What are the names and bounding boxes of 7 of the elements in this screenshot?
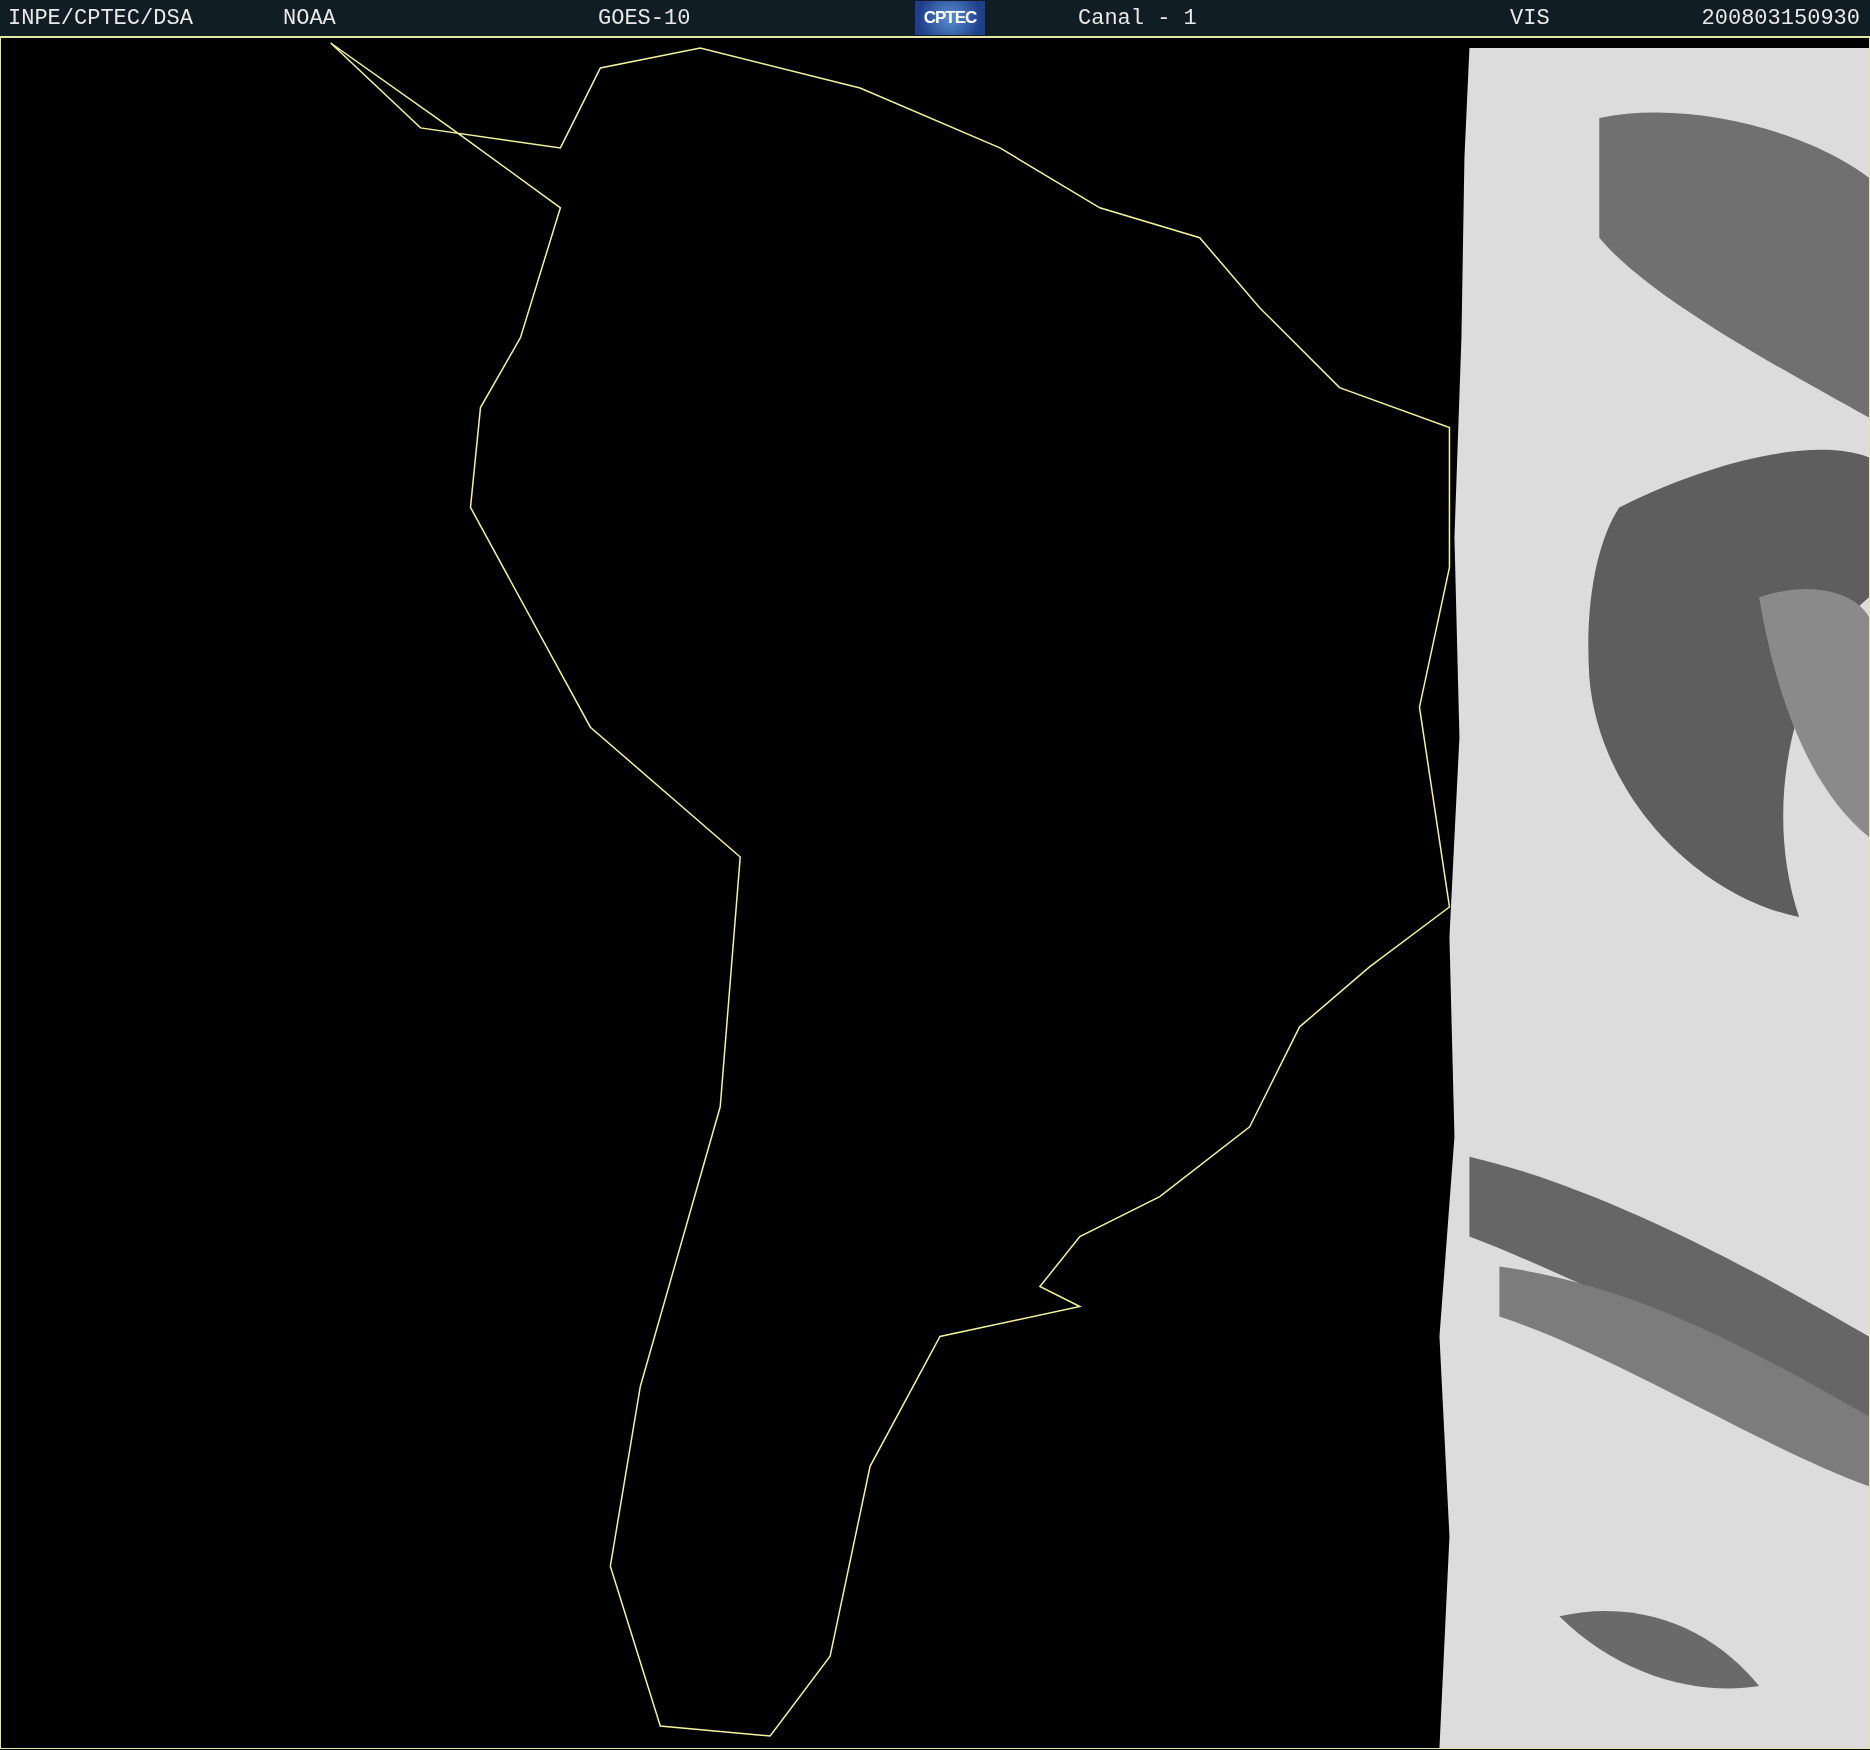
logo: CPTEC bbox=[915, 1, 985, 35]
header-label: Canal - 1 bbox=[1078, 5, 1198, 31]
header-label: 200803150930 bbox=[1701, 5, 1860, 31]
header-label: GOES-10 bbox=[598, 5, 692, 31]
header-label: NOAA bbox=[283, 5, 337, 31]
header-label: VIS bbox=[1510, 5, 1551, 31]
header-label: INPE/CPTEC/DSA bbox=[8, 5, 194, 31]
